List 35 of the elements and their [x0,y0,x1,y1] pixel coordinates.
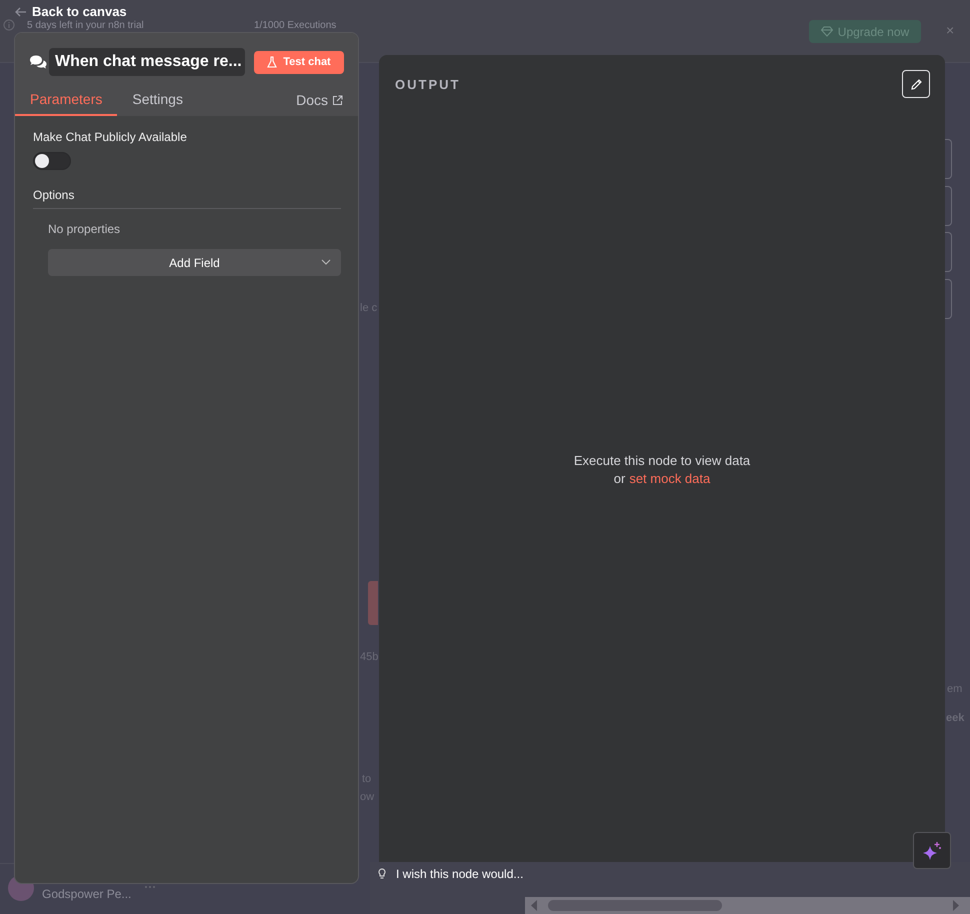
edit-button[interactable] [902,70,930,98]
user-name: Godspower Pe... [42,887,132,901]
tab[interactable]: Parameters [15,86,118,116]
chevron-down-icon [321,259,331,265]
sparkle-icon [922,840,942,860]
set-mock-data-link[interactable]: set mock data [629,470,710,488]
back-to-canvas-link[interactable]: Back to canvas [14,4,127,19]
horizontal-scrollbar[interactable] [525,897,970,914]
add-field-dropdown[interactable]: Add Field [48,249,341,276]
flask-icon [267,56,278,68]
empty-output-message: Execute this node to view data [574,452,750,470]
docs-link[interactable]: Docs [296,86,343,116]
canvas-node [368,581,378,625]
options-heading: Options [33,188,341,209]
back-arrow-icon [14,4,28,18]
parameter-label: Make Chat Publicly Available [33,130,188,144]
or-text: or [614,470,626,488]
chat-icon [29,55,47,69]
diamond-icon [820,26,833,37]
test-chat-button[interactable]: Test chat [254,50,344,74]
info-icon [3,19,15,31]
scroll-right-icon[interactable] [952,900,960,911]
output-title: OUTPUT [395,76,460,92]
trial-notice: 5 days left in your n8n trial [27,20,144,31]
toggle-switch[interactable] [33,152,71,170]
feedback-prompt[interactable]: I wish this node would... [396,867,524,881]
scroll-left-icon[interactable] [530,900,538,911]
tab[interactable]: Settings [117,86,198,116]
pencil-icon [910,78,922,90]
node-title-field[interactable]: When chat message re... [49,48,245,76]
ai-assistant-button[interactable] [913,832,951,869]
executions-count: 1/1000 Executions [254,20,336,31]
lightbulb-icon [378,868,386,880]
external-link-icon [332,94,343,106]
empty-properties-text: No properties [48,222,122,236]
